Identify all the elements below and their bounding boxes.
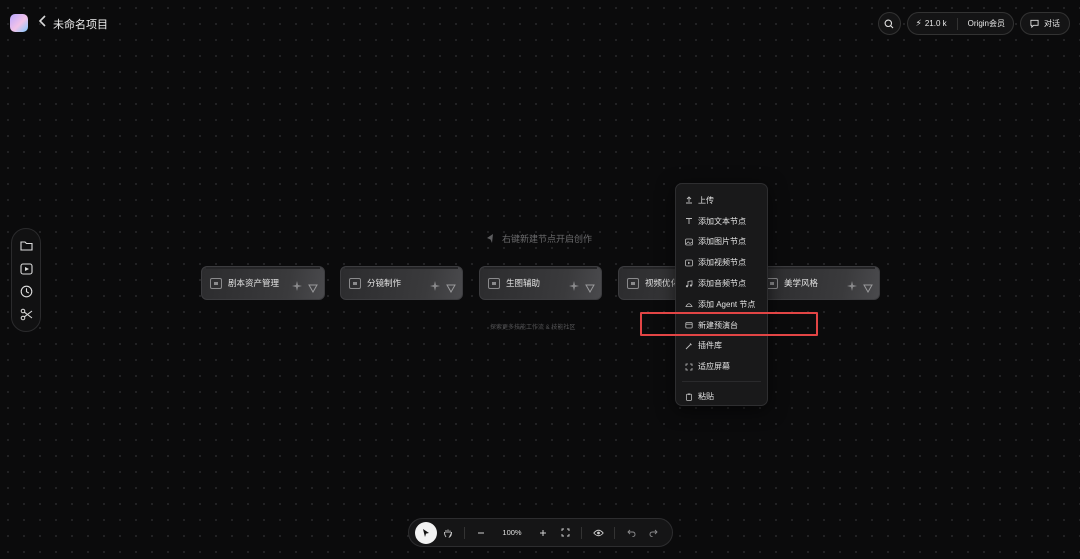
toolbar-divider [614,526,615,539]
toolbar-divider [581,526,582,539]
triangle-icon [446,284,456,293]
template-card[interactable]: 生图辅助 [479,266,602,300]
stage-icon [685,321,693,329]
menu-item-add-agent-node[interactable]: 添加 Agent 节点 [676,294,767,315]
agent-icon [685,300,693,308]
menu-item-label: 添加图片节点 [698,237,746,247]
folder-icon[interactable] [19,239,33,253]
menu-item-label: 插件库 [698,341,722,351]
membership-label: Origin会员 [967,19,1005,28]
sparkle-icon [569,281,579,291]
fit-view-button[interactable] [554,522,576,544]
minus-icon [478,532,484,533]
eye-icon [592,529,604,536]
canvas-sub-hint[interactable]: 探索更多技能工作流 & 技能社区 [490,322,575,331]
card-label: 剧本资产管理 [228,278,280,288]
context-menu: 上传 添加文本节点 添加图片节点 添加视频节点 添加音频节点 添加 Agent … [675,183,768,406]
menu-item-plugin-library[interactable]: 插件库 [676,336,767,357]
paste-icon [685,393,693,401]
scissors-icon[interactable] [19,308,33,322]
menu-item-paste[interactable]: 粘贴 [676,386,767,407]
menu-item-label: 新建预演台 [698,320,738,330]
left-toolbar [11,228,41,332]
search-icon [884,19,894,28]
template-card[interactable]: 剧本资产管理 [201,266,325,300]
triangle-icon [863,284,873,293]
menu-item-add-image-node[interactable]: 添加图片节点 [676,232,767,253]
triangle-icon [308,284,318,293]
menu-item-label: 添加 Agent 节点 [698,299,756,309]
menu-item-add-text-node[interactable]: 添加文本节点 [676,211,767,232]
canvas-hint: 右键新建节点开启创作 [486,232,592,245]
template-card[interactable]: 分镜制作 [340,266,463,300]
undo-button[interactable] [620,522,642,544]
card-label: 视频优化 [645,278,680,288]
search-button[interactable] [877,12,901,35]
card-label: 生图辅助 [506,278,541,288]
hand-icon [444,529,452,538]
zoom-in-button[interactable] [532,522,554,544]
menu-item-label: 添加视频节点 [698,258,746,268]
upload-icon [685,196,693,204]
card-label: 分镜制作 [367,278,402,288]
plus-icon [540,529,546,536]
zoom-out-button[interactable] [470,522,492,544]
sparkle-icon [292,281,302,291]
menu-item-fit-screen[interactable]: 适应屏幕 [676,356,767,377]
project-title[interactable]: 未命名项目 [53,16,108,32]
menu-item-label: 适应屏幕 [698,362,730,372]
redo-button[interactable] [642,522,664,544]
audio-icon [685,279,693,288]
hand-tool-button[interactable] [437,522,459,544]
credits-value: 21.0 k [924,19,947,28]
pointer-icon [423,528,429,537]
lightning-icon: ⚡ [915,18,922,28]
select-tool-button[interactable] [415,521,437,544]
menu-item-label: 粘贴 [698,392,714,402]
menu-item-label: 添加音频节点 [698,279,746,289]
video-icon [685,259,693,267]
card-image-icon [210,277,222,289]
triangle-icon [585,284,595,293]
header-actions: ⚡ 21.0 k Origin会员 对话 [877,12,1070,35]
text-icon [685,217,693,225]
card-image-icon [488,277,500,289]
fit-icon [685,363,693,371]
menu-item-label: 添加文本节点 [698,216,746,226]
app-logo[interactable] [10,14,28,32]
sparkle-icon [430,281,440,291]
undo-icon [626,529,635,537]
menu-item-label: 上传 [698,195,714,205]
preview-button[interactable] [587,522,609,544]
media-icon[interactable] [19,262,33,276]
bottom-toolbar: 100% [408,518,673,547]
chat-label: 对话 [1044,19,1060,28]
menu-divider [682,381,761,383]
card-image-icon [627,277,639,289]
zoom-level[interactable]: 100% [492,528,532,537]
card-label: 美学风格 [784,278,819,288]
menu-item-add-audio-node[interactable]: 添加音频节点 [676,273,767,294]
back-button[interactable] [38,14,48,30]
credits-pill[interactable]: ⚡ 21.0 k Origin会员 [906,12,1014,35]
template-card[interactable]: 美学风格 [757,266,880,300]
canvas-hint-text: 右键新建节点开启创作 [502,234,593,244]
chevron-left-icon [38,15,46,27]
divider [956,17,958,30]
cursor-icon [487,234,493,243]
redo-icon [649,529,658,537]
menu-item-add-video-node[interactable]: 添加视频节点 [676,252,767,273]
sparkle-icon [847,281,857,291]
fullscreen-icon [561,528,569,537]
image-icon [685,238,693,246]
menu-item-new-stage[interactable]: 新建预演台 [676,315,767,336]
menu-item-upload[interactable]: 上传 [676,190,767,211]
toolbar-divider [464,526,465,539]
plugin-icon [685,342,693,350]
chat-bubble-icon [1030,19,1039,28]
history-icon[interactable] [19,285,33,299]
chat-button[interactable]: 对话 [1020,12,1070,35]
card-image-icon [349,277,361,289]
